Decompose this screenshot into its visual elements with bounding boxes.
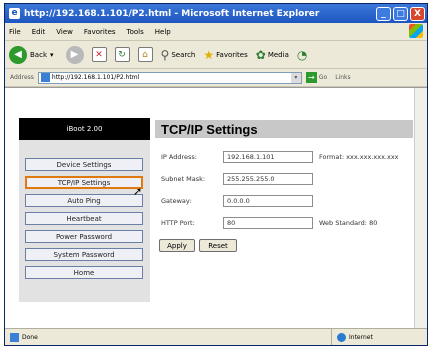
address-bar: Address http://192.168.1.101/P2.html ▾ →… xyxy=(5,69,427,87)
http-port-note: Web Standard: 80 xyxy=(319,219,378,227)
page-content: iBoot 2.00 Device Settings TCP/IP Settin… xyxy=(5,87,427,331)
menu-view[interactable]: View xyxy=(56,28,73,36)
menu-favorites[interactable]: Favorites xyxy=(84,28,116,36)
favorites-button[interactable]: ★ Favorites xyxy=(203,48,247,62)
security-zone: Internet xyxy=(331,329,427,345)
sidebar-item-system-password[interactable]: System Password xyxy=(25,248,143,261)
gateway-label: Gateway: xyxy=(161,197,192,205)
page-title: TCP/IP Settings xyxy=(155,120,413,138)
go-button[interactable]: → Go xyxy=(305,72,328,83)
go-label: Go xyxy=(318,74,328,81)
sidebar: iBoot 2.00 Device Settings TCP/IP Settin… xyxy=(19,118,150,302)
go-arrow-icon: → xyxy=(305,72,317,83)
page-status-icon xyxy=(10,332,19,342)
search-button[interactable]: ⚲ Search xyxy=(161,48,196,62)
maximize-button[interactable]: □ xyxy=(393,6,408,21)
status-bar: Done Internet xyxy=(5,328,427,345)
subnet-mask-label: Subnet Mask: xyxy=(161,175,206,183)
address-input[interactable]: http://192.168.1.101/P2.html ▾ xyxy=(37,71,302,84)
http-port-field[interactable]: 80 xyxy=(223,217,313,229)
home-icon[interactable]: ⌂ xyxy=(137,47,153,62)
ip-address-field[interactable]: 192.168.1.101 xyxy=(223,151,313,163)
media-button[interactable]: ✿ Media xyxy=(256,48,289,62)
sidebar-item-auto-ping[interactable]: Auto Ping xyxy=(25,194,143,207)
favorites-label: Favorites xyxy=(216,50,248,59)
star-icon: ★ xyxy=(203,47,215,62)
sidebar-header: iBoot 2.00 xyxy=(19,118,150,140)
gateway-field[interactable]: 0.0.0.0 xyxy=(223,195,313,207)
back-button[interactable]: Back xyxy=(30,51,47,59)
menu-bar: File Edit View Favorites Tools Help xyxy=(5,23,427,41)
search-icon: ⚲ xyxy=(160,47,170,62)
sidebar-item-power-password[interactable]: Power Password xyxy=(25,230,143,243)
refresh-icon[interactable]: ↻ xyxy=(114,47,130,62)
address-label: Address xyxy=(10,74,34,81)
window-title: http://192.168.1.101/P2.html - Microsoft… xyxy=(24,8,320,19)
menu-tools[interactable]: Tools xyxy=(127,28,144,36)
vertical-scrollbar[interactable] xyxy=(414,88,427,331)
apply-button[interactable]: Apply xyxy=(159,239,195,252)
menu-edit[interactable]: Edit xyxy=(32,28,46,36)
back-arrow-icon[interactable]: ◀ xyxy=(9,45,27,64)
search-label: Search xyxy=(171,50,196,59)
back-dropdown-icon[interactable]: ▾ xyxy=(50,51,54,59)
minimize-button[interactable]: _ xyxy=(376,6,391,21)
sidebar-item-home[interactable]: Home xyxy=(25,266,143,279)
media-icon: ✿ xyxy=(255,47,266,62)
sidebar-item-tcpip-settings[interactable]: TCP/IP Settings xyxy=(25,176,143,189)
menu-help[interactable]: Help xyxy=(155,28,171,36)
title-bar: e http://192.168.1.101/P2.html - Microso… xyxy=(5,4,427,23)
reset-button[interactable]: Reset xyxy=(199,239,237,252)
page-icon xyxy=(40,73,50,82)
history-icon[interactable]: ◔ xyxy=(297,48,309,62)
forward-arrow-icon[interactable]: ▶ xyxy=(65,45,84,64)
ip-format-note: Format: xxx.xxx.xxx.xxx xyxy=(319,153,399,161)
browser-window: e http://192.168.1.101/P2.html - Microso… xyxy=(4,3,428,346)
zone-label: Internet xyxy=(349,333,373,341)
ip-address-label: IP Address: xyxy=(161,153,197,161)
address-url[interactable]: http://192.168.1.101/P2.html xyxy=(52,74,291,81)
toolbar: ◀ Back ▾ ▶ ✕ ↻ ⌂ ⚲ Search ★ Favorites ✿ … xyxy=(5,41,427,69)
status-text: Done xyxy=(22,333,38,341)
links-button[interactable]: Links xyxy=(335,74,350,81)
close-button[interactable]: X xyxy=(410,6,425,21)
ie-logo-icon: e xyxy=(9,8,20,19)
internet-globe-icon xyxy=(337,332,346,342)
subnet-mask-field[interactable]: 255.255.255.0 xyxy=(223,173,313,185)
windows-logo-icon xyxy=(409,24,423,38)
sidebar-item-heartbeat[interactable]: Heartbeat xyxy=(25,212,143,225)
stop-icon[interactable]: ✕ xyxy=(91,47,107,62)
mouse-cursor-icon: ➚ xyxy=(133,185,143,198)
sidebar-item-device-settings[interactable]: Device Settings xyxy=(25,158,143,171)
menu-file[interactable]: File xyxy=(9,28,21,36)
http-port-label: HTTP Port: xyxy=(161,219,195,227)
address-dropdown-icon[interactable]: ▾ xyxy=(290,72,301,83)
media-label: Media xyxy=(267,50,289,59)
